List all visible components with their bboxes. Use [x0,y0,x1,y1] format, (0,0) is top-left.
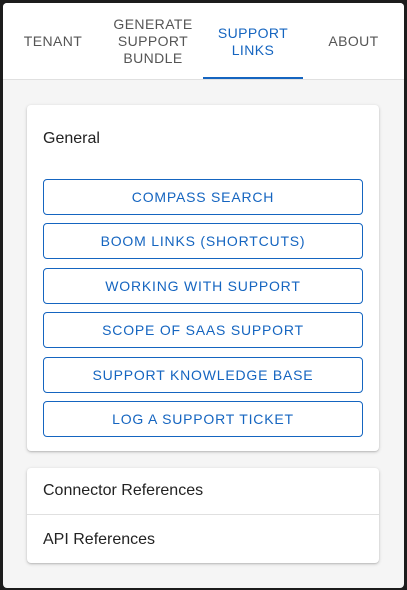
tab-about[interactable]: ABOUT [303,3,404,80]
tab-support-links-label: SUPPORT LINKS [217,24,289,58]
tab-support-links[interactable]: SUPPORT LINKS [203,3,303,80]
general-title: General [43,130,100,147]
connector-references-item[interactable]: Connector References [27,468,379,515]
tab-about-label: ABOUT [328,33,379,49]
api-references-item[interactable]: API References [27,516,379,563]
tab-tenant-label: TENANT [23,33,83,49]
active-tab-indicator [203,77,303,79]
working-with-support-button[interactable]: WORKING WITH SUPPORT [43,268,363,304]
general-card: General COMPASS SEARCH BOOM LINKS (SHORT… [27,105,379,451]
support-panel: TENANT GENERATE SUPPORT BUNDLE SUPPORT L… [3,3,404,588]
boom-links-button[interactable]: BOOM LINKS (SHORTCUTS) [43,223,363,259]
tab-bar: TENANT GENERATE SUPPORT BUNDLE SUPPORT L… [3,3,404,80]
compass-search-button[interactable]: COMPASS SEARCH [43,179,363,215]
tab-generate-support-bundle[interactable]: GENERATE SUPPORT BUNDLE [103,3,203,80]
tab-tenant[interactable]: TENANT [3,3,103,80]
log-support-ticket-button[interactable]: LOG A SUPPORT TICKET [43,401,363,437]
tab-generate-support-bundle-label: GENERATE SUPPORT BUNDLE [113,16,193,66]
scope-of-saas-support-button[interactable]: SCOPE OF SAAS SUPPORT [43,312,363,348]
support-knowledge-base-button[interactable]: SUPPORT KNOWLEDGE BASE [43,357,363,393]
references-card: Connector References API References [27,468,379,563]
